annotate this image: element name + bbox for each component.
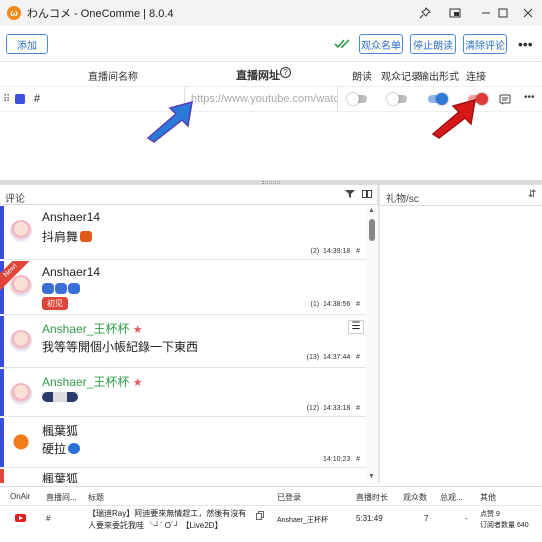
close-icon[interactable] — [513, 0, 542, 26]
col-onair: OnAir — [10, 492, 31, 501]
stream-color-swatch[interactable] — [15, 94, 25, 104]
toolbar: 添加 观众名单 停止朗读 清除评论 ••• — [0, 26, 542, 62]
columns-icon[interactable] — [362, 189, 372, 202]
help-icon[interactable]: ? — [280, 67, 291, 78]
comment-author: Anshaer14 — [42, 210, 101, 224]
comment-author: Anshaer_王杯杯 ★ — [42, 322, 143, 336]
duration-cell: 5:31:49 — [356, 514, 383, 523]
comment-author: 楓葉狐 — [42, 472, 79, 483]
window-title: わんコメ - OneComme | 8.0.4 — [27, 8, 174, 20]
blue-arrow-icon — [146, 100, 193, 143]
red-arrow-icon — [431, 98, 476, 139]
comment-message: 我等等開個小帳紀錄一下東西 — [42, 340, 199, 354]
emoji-sticker-icon — [55, 283, 67, 294]
app-window: ω わんコメ - OneComme | 8.0.4 添加 观众名单 停止朗读 清… — [0, 0, 542, 542]
col-stream-url: 直播网址 — [236, 70, 280, 82]
col-viewer-record: 观众记录 — [381, 72, 421, 83]
scrollbar-thumb[interactable] — [369, 219, 375, 241]
gifts-title: 礼物/sc — [386, 194, 419, 205]
member-star-icon: ★ — [132, 377, 143, 389]
col-viewers: 观众数 — [403, 493, 427, 502]
comment-author: 楓葉狐 — [42, 424, 79, 438]
comment-message — [42, 391, 78, 405]
comment-message: 硬拉 — [42, 440, 81, 457]
logged-in-cell: Anshaer_王杯杯 — [277, 517, 328, 524]
emoji-sticker-icon — [42, 283, 54, 294]
col-connect: 连接 — [466, 72, 486, 83]
member-star-icon: ★ — [132, 324, 143, 336]
add-button[interactable]: 添加 — [6, 34, 48, 54]
comment-meta: (13) 14:37:44 # — [306, 354, 360, 361]
clear-comments-button[interactable]: 清除评论 — [463, 34, 507, 54]
picture-in-picture-icon[interactable] — [440, 0, 470, 26]
youtube-icon[interactable] — [15, 514, 26, 524]
title-cell: 【瑞迪Ray】阿迪要來無情趕工，然後有沒有人要來委託我哇 ╰┘` O´┘ 【Li… — [88, 509, 247, 530]
comment-message: 抖肩舞 — [42, 228, 93, 245]
comment-meta: (2) 14:39:18 # — [310, 248, 360, 255]
comment-bubble-icon[interactable] — [499, 93, 511, 111]
comment-item[interactable]: Anshaer14 抖肩舞 (2) 14:39:18 # — [0, 206, 366, 260]
total-viewers-cell: - — [465, 514, 468, 523]
emoji-sticker-icon — [42, 392, 78, 402]
comment-meta: (12) 14:33:18 # — [306, 405, 360, 412]
stream-url-input[interactable]: https://www.youtube.com/watch?v= — [184, 87, 338, 111]
emoji-sticker-icon — [80, 231, 93, 242]
row-more-icon[interactable]: ••• — [524, 92, 535, 103]
pin-icon[interactable] — [410, 0, 440, 26]
avatar — [10, 432, 32, 454]
col-read: 朗读 — [352, 72, 372, 83]
viewers-cell: 7 — [424, 514, 429, 523]
app-logo-icon: ω — [7, 6, 21, 20]
copy-icon[interactable] — [256, 511, 264, 522]
comments-scrollbar[interactable]: ▲ ▼ — [366, 205, 378, 483]
read-toggle[interactable] — [347, 93, 367, 105]
col-total-viewers: 总观... — [440, 493, 463, 502]
drag-handle-icon[interactable]: ⠿ — [3, 94, 10, 105]
comment-meta: 14:10:23 # — [323, 456, 360, 463]
comments-header: 评论 — [0, 185, 378, 205]
col-logged-in: 已登录 — [277, 493, 301, 502]
first-visit-badge: 初见 — [42, 297, 68, 310]
avatar — [10, 383, 32, 405]
emoji-sticker-icon — [68, 283, 80, 294]
comments-panel: 评论 Anshaer14 抖肩舞 (2) 14:39:18 # New! Ans… — [0, 185, 378, 483]
title-bar: ω わんコメ - OneComme | 8.0.4 — [0, 0, 542, 26]
col-duration: 直播时长 — [356, 493, 388, 502]
sort-icon[interactable]: ⇵ — [528, 189, 536, 200]
menu-icon[interactable]: ☰ — [348, 320, 364, 334]
col-room: 直播间... — [46, 493, 77, 502]
avatar — [10, 220, 32, 242]
likes-cell: 点赞 9 — [480, 511, 500, 518]
stream-table-header: 直播间名称 直播网址 ? 朗读 观众记录 输出形式 连接 — [0, 62, 542, 84]
comment-message — [42, 283, 80, 297]
comment-item[interactable]: New! Anshaer14 初见 (1) 14:38:56 # — [0, 261, 366, 315]
filter-icon[interactable] — [345, 189, 355, 202]
double-check-icon — [334, 37, 352, 55]
comment-author: Anshaer_王杯杯 ★ — [42, 375, 143, 389]
stop-reading-button[interactable]: 停止朗读 — [410, 34, 456, 54]
stream-url-placeholder: https://www.youtube.com/watch?v= — [191, 93, 338, 105]
gifts-panel: 礼物/sc ⇵ — [380, 185, 542, 483]
viewer-list-button[interactable]: 观众名单 — [359, 34, 403, 54]
viewer-record-toggle[interactable] — [387, 93, 407, 105]
emoji-sticker-icon — [68, 443, 81, 454]
avatar — [10, 330, 32, 352]
comment-meta: (1) 14:38:56 # — [310, 301, 360, 308]
comment-item[interactable]: 楓葉狐 硬拉 14:10:23 # — [0, 418, 366, 468]
col-other: 其他 — [480, 493, 496, 502]
comment-author: Anshaer14 — [42, 265, 101, 279]
col-title: 标题 — [88, 493, 104, 502]
subscribers-cell: 订阅者数量 640 — [480, 522, 529, 529]
comment-item[interactable]: Anshaer_王杯杯 ★ 我等等開個小帳紀錄一下東西 ☰ (13) 14:37… — [0, 316, 366, 368]
room-cell: # — [46, 514, 51, 523]
avatar — [10, 275, 32, 297]
stream-name-field[interactable]: # — [34, 93, 40, 105]
live-status-table: OnAir 直播间... 标题 已登录 直播时长 观众数 总观... 其他 # … — [0, 486, 542, 542]
comments-title: 评论 — [5, 194, 25, 205]
comment-item[interactable]: 楓葉狐 — [0, 469, 366, 483]
col-stream-name: 直播间名称 — [88, 72, 138, 83]
more-options-icon[interactable]: ••• — [518, 36, 533, 52]
comment-item[interactable]: Anshaer_王杯杯 ★ (12) 14:33:18 # — [0, 369, 366, 417]
col-output-format: 输出形式 — [419, 72, 459, 83]
